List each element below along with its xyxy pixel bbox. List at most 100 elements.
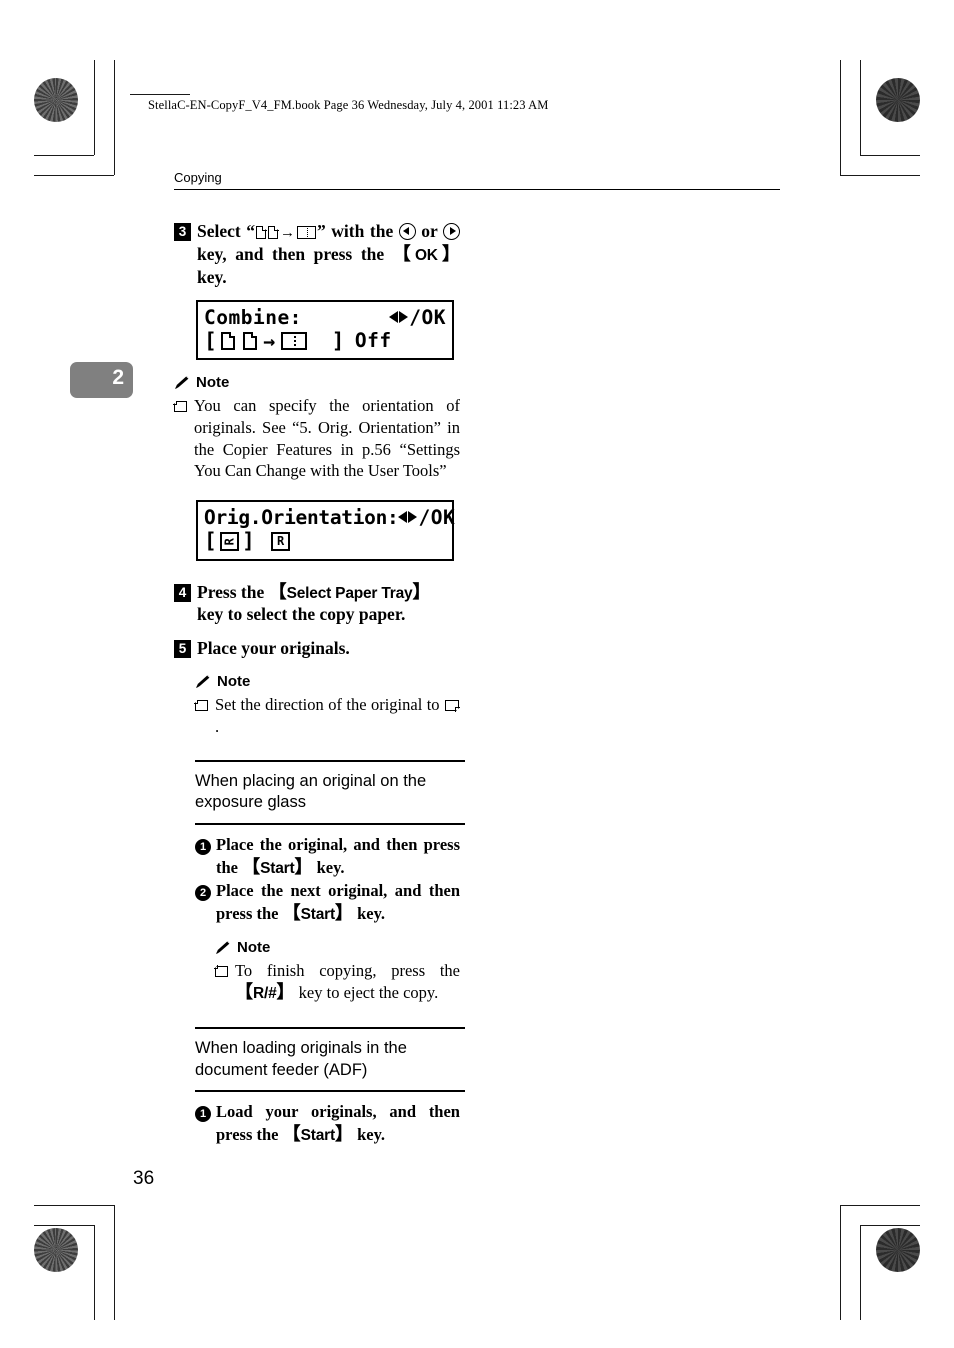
note-text: Set the direction of the original to . [215, 694, 460, 737]
registration-target-left-upper [45, 132, 79, 166]
lcd-bracket-open: [ [204, 328, 218, 353]
select-paper-tray-key-label: Select Paper Tray [286, 584, 413, 602]
registration-target-bottom-center [460, 1228, 494, 1262]
key-bracket-close: 】 [276, 982, 295, 1003]
key-bracket-close: 】 [334, 902, 353, 923]
ok-key-label: OK [414, 246, 438, 264]
lcd-ok-text: /OK [418, 505, 456, 529]
crop-mark-line [840, 175, 920, 176]
key-bracket-open: 【 [282, 902, 301, 923]
lcd-combine-value: Off [354, 329, 392, 353]
section-title: When placing an original on the exposure… [195, 771, 427, 812]
running-head: Copying [174, 170, 222, 185]
note-group: Note To finish copying, press the 【R/#】 … [214, 939, 460, 1005]
lcd-bracket-open: [ [204, 528, 218, 553]
note-heading: Note [215, 939, 460, 956]
step-text-middle: ” with the [317, 221, 399, 241]
step-3: 3 Select “ → ” with the or key, and then p… [174, 220, 461, 288]
note-text-b: . [215, 716, 220, 736]
lcd-title-row: Combine: /OK [204, 306, 446, 329]
crop-mark-line [34, 175, 114, 176]
start-key-label: Start [300, 905, 336, 923]
start-key-label: Start [300, 1126, 336, 1144]
chapter-tab: 2 [70, 362, 133, 398]
page-icon [221, 331, 236, 350]
substep-number: 2 [195, 885, 211, 902]
lcd-orientation-display: Orig.Orientation: /OK [ R ] R [196, 499, 455, 561]
header-rule [130, 94, 190, 95]
registration-target-top-right [828, 90, 862, 124]
page-icon [268, 225, 279, 239]
crop-mark-line [34, 1205, 114, 1206]
note-group: Note Set the direction of the original t… [194, 673, 460, 737]
section-rule-bottom [195, 1090, 465, 1093]
substep-text-b: key. [352, 1124, 386, 1144]
note-label: Note [217, 673, 251, 691]
substep-text-b: key. [312, 857, 345, 877]
left-right-arrows-icon [398, 510, 418, 524]
manual-page: StellaC-EN-CopyF_V4_FM.book Page 36 Wedn… [0, 0, 954, 1348]
lcd-title: Orig.Orientation: [204, 505, 399, 529]
note-item: Set the direction of the original to . [194, 694, 460, 737]
registration-target-left-lower [45, 1170, 79, 1204]
section-rule-top [195, 759, 465, 771]
step-text-a: Press the [197, 581, 269, 602]
step-number: 4 [174, 583, 191, 602]
note-text: You can specify the orientation of origi… [194, 396, 460, 481]
section-adf: When loading originals in the document f… [195, 1026, 465, 1146]
r-hash-key-label: R/# [253, 985, 277, 1003]
substep-text-b: key. [352, 903, 386, 923]
step-text-after: key, and then press the [197, 243, 393, 264]
step-text-end: key. [197, 266, 227, 287]
crop-mark-line [840, 1205, 841, 1320]
lcd-title: Combine: [204, 305, 302, 329]
substep-1: 1 Place the original, and then press the… [195, 835, 460, 878]
key-bracket-open: 【 [268, 581, 287, 602]
substep-text: Place the original, and then press the 【… [216, 835, 460, 878]
note-item: To finish copying, press the 【R/#】 key t… [214, 960, 460, 1005]
lcd-ok-text: /OK [409, 305, 446, 329]
substep-2: 2 Place the next original, and then pres… [195, 881, 460, 924]
step-number: 5 [174, 640, 191, 659]
lcd-ok-indicator: /OK [389, 306, 446, 329]
start-key-label: Start [260, 859, 295, 877]
running-head-rule [174, 189, 780, 190]
substep-number: 1 [195, 1106, 211, 1123]
registration-target-bottom-right [828, 1228, 862, 1262]
registration-target-bottom-left [90, 1228, 124, 1262]
lcd-value-row: [ R ] R [204, 529, 446, 554]
left-right-arrows-icon [389, 310, 409, 324]
substep-text: Load your originals, and then press the … [216, 1102, 460, 1145]
key-bracket-close: 】 [294, 856, 313, 877]
crop-mark-line [34, 1225, 94, 1226]
text-column: 3 Select “ → ” with the or key, and then p… [173, 220, 465, 1146]
key-bracket-close: 】 [437, 243, 460, 264]
key-bracket-open: 【 [235, 982, 253, 1003]
lcd-value-row: [ → ] Off [204, 329, 446, 354]
note-text-a: Set the direction of the original to [215, 695, 444, 715]
note-bullet-icon [173, 400, 187, 413]
content-column: Copying 3 Select “ → ” with the or key, an… [173, 170, 784, 1149]
step-number: 3 [174, 223, 191, 241]
arrow-right-icon: → [280, 225, 296, 241]
arrow-right-icon: → [263, 328, 276, 353]
step-text: Press the 【Select Paper Tray】 key to sel… [197, 581, 460, 626]
registration-dot-top-right [876, 78, 920, 122]
registration-target-mid-left [45, 655, 79, 689]
step-text-b: key to select the copy paper. [197, 604, 406, 625]
arrow-left-circle-icon[interactable] [398, 223, 416, 240]
key-bracket-open: 【 [242, 856, 261, 877]
lcd-combine-display: Combine: /OK [ → ] Off [196, 299, 454, 361]
note-bullet-icon [214, 964, 228, 977]
page-icon [256, 225, 267, 239]
lcd-ok-indicator: /OK [398, 506, 455, 529]
arrow-right-circle-icon[interactable] [443, 223, 461, 240]
page-icon [243, 331, 258, 350]
note-text: To finish copying, press the 【R/#】 key t… [235, 960, 460, 1005]
section-rule-bottom [195, 823, 465, 826]
note-item: You can specify the orientation of origi… [173, 395, 460, 481]
registration-dot-top-left [34, 78, 78, 122]
note-bullet-icon [194, 699, 208, 712]
registration-target-mid-right [874, 655, 908, 689]
note-text-b: key to eject the copy. [294, 983, 439, 1003]
